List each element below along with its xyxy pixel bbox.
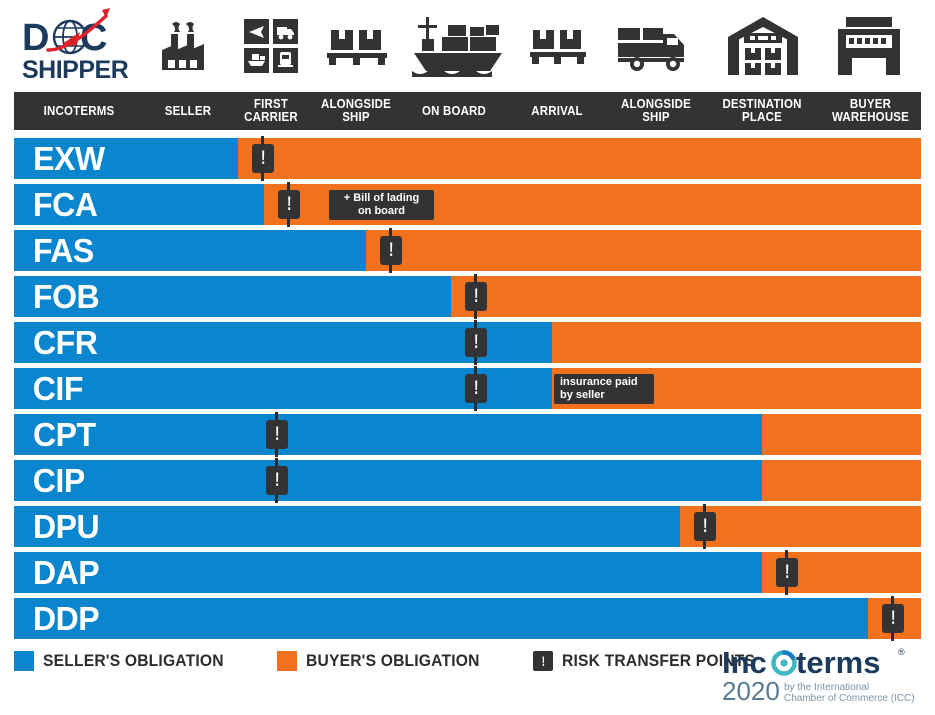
risk-glyph: !	[702, 516, 708, 537]
incoterm-row-dpu: DPU!	[14, 504, 921, 549]
seller-obligation-bar	[14, 230, 366, 271]
risk-glyph: !	[473, 378, 479, 399]
risk-glyph: !	[541, 653, 545, 669]
incoterms-2020-logo: Inc terms ® 2020 by the International Ch…	[722, 645, 922, 707]
risk-transfer-icon: !	[266, 466, 288, 495]
header-col-first-carrier: FIRST CARRIER	[235, 92, 307, 130]
risk-glyph: !	[890, 608, 896, 629]
header-col-incoterms: INCOTERMS	[19, 92, 139, 130]
risk-transfer-icon: !	[533, 651, 554, 671]
incoterm-row-fob: FOB!	[14, 274, 921, 319]
multimodal-transport-icon	[236, 4, 306, 88]
legend-swatch-seller	[14, 651, 34, 671]
row-note: + Bill of lading on board	[329, 190, 434, 220]
seller-obligation-bar	[14, 598, 868, 639]
seller-obligation-bar	[14, 506, 680, 547]
risk-glyph: !	[388, 240, 394, 261]
cargo-ship-icon	[410, 4, 506, 88]
seller-obligation-bar	[14, 460, 762, 501]
header-label: SELLER	[164, 103, 212, 118]
legend-label-seller: SELLER'S OBLIGATION	[43, 651, 224, 670]
incoterm-row-cfr: CFR!	[14, 320, 921, 365]
risk-transfer-icon: !	[278, 190, 300, 219]
incoterm-row-fca: FCA + Bill of lading on board!	[14, 182, 921, 227]
risk-glyph: !	[473, 286, 479, 307]
header-label: BUYER WAREHOUSE	[831, 97, 910, 124]
incoterm-row-cip: CIP!	[14, 458, 921, 503]
svg-text:Chamber of Commerce (ICC): Chamber of Commerce (ICC)	[784, 693, 915, 704]
incoterm-row-cpt: CPT!	[14, 412, 921, 457]
warehouse-icon	[720, 4, 806, 88]
header-col-alongside-ship-dest: ALONGSIDE SHIP	[612, 92, 700, 130]
risk-glyph: !	[260, 148, 266, 169]
header-col-on-board: ON BOARD	[406, 92, 502, 130]
chart-legend: SELLER'S OBLIGATION BUYER'S OBLIGATION !…	[14, 648, 810, 674]
header-label: ARRIVAL	[531, 103, 583, 118]
header-col-arrival: ARRIVAL	[510, 92, 604, 130]
risk-transfer-icon: !	[776, 558, 798, 587]
risk-transfer-icon: !	[465, 282, 487, 311]
incoterm-row-dap: DAP!	[14, 550, 921, 595]
incoterm-row-ddp: DDP!	[14, 596, 921, 641]
stage-icon-strip	[0, 4, 935, 88]
factory-icon	[152, 4, 222, 88]
header-label: INCOTERMS	[43, 103, 115, 118]
header-label: ALONGSIDE SHIP	[320, 97, 392, 124]
incoterms-2020-logo-svg: Inc terms ® 2020 by the International Ch…	[722, 645, 915, 706]
legend-label-buyer: BUYER'S OBLIGATION	[306, 651, 480, 670]
header-label: ON BOARD	[421, 103, 487, 118]
buyer-building-icon	[826, 4, 912, 88]
seller-obligation-bar	[14, 276, 451, 317]
risk-transfer-icon: !	[380, 236, 402, 265]
incoterm-row-cif: CIF insurance paid by seller!	[14, 366, 921, 411]
legend-swatch-buyer	[277, 651, 298, 671]
pallet-icon	[320, 4, 394, 88]
svg-text:®: ®	[898, 647, 905, 657]
seller-obligation-bar	[14, 184, 264, 225]
risk-transfer-icon: !	[465, 374, 487, 403]
risk-glyph: !	[784, 562, 790, 583]
legend-item-buyer: BUYER'S OBLIGATION	[277, 651, 495, 671]
risk-transfer-icon: !	[882, 604, 904, 633]
header-col-seller: SELLER	[148, 92, 229, 130]
legend-item-seller: SELLER'S OBLIGATION	[14, 651, 239, 671]
risk-transfer-icon: !	[694, 512, 716, 541]
incoterm-row-fas: FAS!	[14, 228, 921, 273]
seller-obligation-bar	[14, 552, 762, 593]
row-note-text: insurance paid by seller	[560, 376, 638, 401]
seller-obligation-bar	[14, 138, 238, 179]
seller-obligation-bar	[14, 414, 762, 455]
risk-glyph: !	[274, 470, 280, 491]
header-label: DESTINATION PLACE	[722, 97, 802, 124]
incoterm-row-exw: EXW!	[14, 136, 921, 181]
risk-transfer-icon: !	[465, 328, 487, 357]
svg-text:Inc: Inc	[722, 645, 767, 680]
svg-text:2020: 2020	[722, 676, 780, 706]
row-note: insurance paid by seller	[554, 374, 654, 404]
risk-glyph: !	[286, 194, 292, 215]
header-label: FIRST CARRIER	[244, 97, 298, 124]
row-note-text: + Bill of lading on board	[343, 192, 420, 217]
svg-text:terms: terms	[796, 645, 880, 680]
risk-glyph: !	[473, 332, 479, 353]
pallet-icon	[522, 4, 594, 88]
stage-header-bar: INCOTERMS SELLER FIRST CARRIER ALONGSIDE S…	[14, 92, 921, 130]
risk-transfer-icon: !	[266, 420, 288, 449]
header-col-buyer-warehouse: BUYER WAREHOUSE	[824, 92, 917, 130]
risk-glyph: !	[274, 424, 280, 445]
svg-text:by the International: by the International	[784, 682, 869, 693]
header-col-destination-place: DESTINATION PLACE	[709, 92, 816, 130]
incoterms-chart: D C SHIPPER INCOTERMS SELLER FIRST CARRI…	[0, 0, 935, 715]
header-col-alongside-ship-origin: ALONGSIDE SHIP	[314, 92, 399, 130]
header-label: ALONGSIDE SHIP	[620, 97, 692, 124]
risk-transfer-icon: !	[252, 144, 274, 173]
delivery-truck-icon	[612, 4, 696, 88]
